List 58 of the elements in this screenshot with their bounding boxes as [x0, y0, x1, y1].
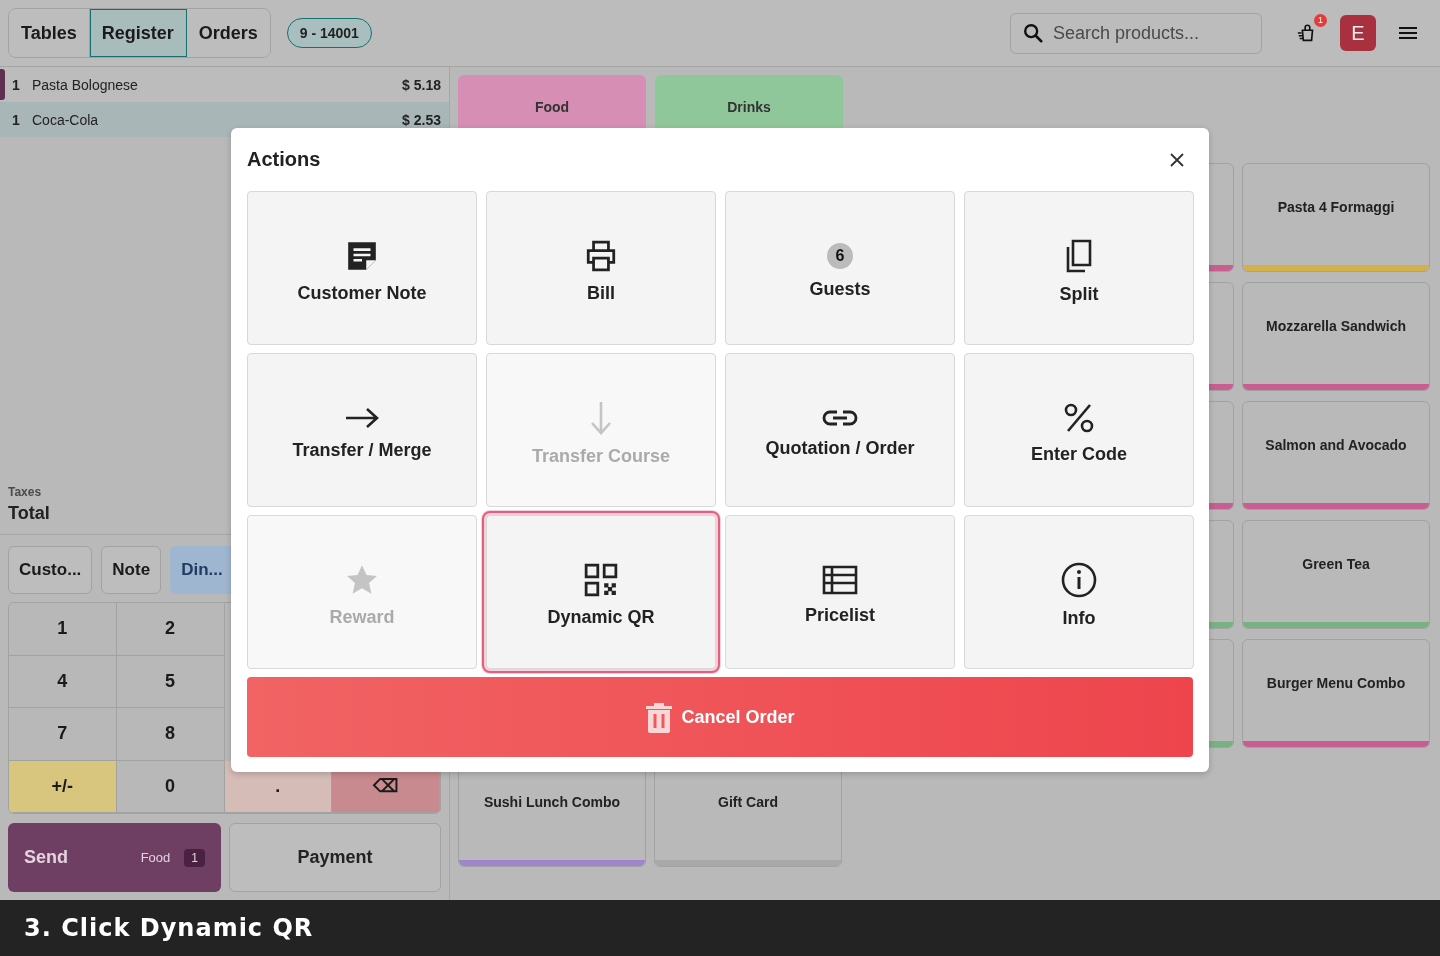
product-card[interactable]: Salmon and Avocado	[1242, 401, 1430, 510]
note-icon	[345, 239, 379, 273]
link-icon	[822, 408, 858, 428]
numpad-key[interactable]: 7	[9, 708, 117, 761]
line-product-name: Coca-Cola	[32, 111, 100, 128]
order-badge[interactable]: 9 - 14001	[286, 18, 372, 48]
guest-count-badge: 6	[827, 243, 853, 269]
dialog-title: Actions	[247, 148, 321, 171]
numpad-key[interactable]: 2	[116, 603, 225, 656]
action-button[interactable]: 6 Guests	[725, 191, 955, 345]
product-card[interactable]: Burger Menu Combo	[1242, 639, 1430, 748]
control-button[interactable]: Custo...	[8, 546, 93, 594]
pending-marker	[0, 69, 5, 100]
line-price: $ 5.18	[402, 76, 441, 93]
action-button[interactable]: Customer Note	[247, 191, 477, 345]
line-quantity: 1	[12, 111, 21, 128]
action-button[interactable]: Info	[964, 515, 1194, 669]
percent-icon	[1063, 402, 1095, 434]
info-icon	[1061, 562, 1097, 598]
send-button[interactable]: Send Food 1	[8, 823, 221, 892]
line-price: $ 2.53	[402, 111, 441, 128]
control-button[interactable]: Din...	[170, 546, 234, 594]
action-button[interactable]: Quotation / Order	[725, 353, 955, 507]
list-icon	[822, 565, 858, 595]
arrow-right-icon	[344, 406, 380, 430]
taxes-label: Taxes	[8, 485, 42, 499]
nav-tab[interactable]: Tables	[9, 9, 90, 57]
product-card[interactable]: Mozzarella Sandwich	[1242, 282, 1430, 391]
payment-button[interactable]: Payment	[229, 823, 441, 892]
product-card[interactable]: Pasta 4 Formaggi	[1242, 163, 1430, 272]
action-button[interactable]: Pricelist	[725, 515, 955, 669]
numpad-key[interactable]: 8	[116, 708, 225, 761]
action-button[interactable]: Bill	[486, 191, 716, 345]
numpad-key[interactable]: 0	[116, 760, 225, 813]
search-field[interactable]: Search products...	[1010, 12, 1262, 54]
trash-icon	[645, 701, 674, 733]
numpad-key[interactable]: +/-	[9, 760, 117, 813]
numpad-key[interactable]: 1	[9, 603, 117, 656]
arrow-down-icon	[589, 400, 613, 436]
line-quantity: 1	[12, 76, 21, 93]
notification-badge: 1	[1314, 14, 1327, 27]
control-button[interactable]: Note	[101, 546, 162, 594]
close-icon[interactable]	[1169, 151, 1185, 168]
total-label: Total	[8, 503, 50, 524]
menu-icon[interactable]	[1398, 25, 1418, 41]
step-caption: 3. Click Dynamic QR	[0, 900, 1440, 956]
numpad-key[interactable]: 4	[9, 655, 117, 708]
numpad-key[interactable]: 5	[116, 655, 225, 708]
product-card[interactable]: Green Tea	[1242, 520, 1430, 629]
user-avatar[interactable]: E	[1340, 15, 1376, 51]
nav-tab[interactable]: Register	[89, 9, 187, 57]
line-product-name: Pasta Bolognese	[32, 76, 139, 93]
category-button[interactable]: Drinks	[655, 75, 843, 128]
action-button[interactable]: Enter Code	[964, 353, 1194, 507]
action-button[interactable]: Split	[964, 191, 1194, 345]
action-button[interactable]: Transfer / Merge	[247, 353, 477, 507]
category-button[interactable]: Food	[458, 75, 646, 128]
qr-code-icon	[584, 563, 618, 597]
